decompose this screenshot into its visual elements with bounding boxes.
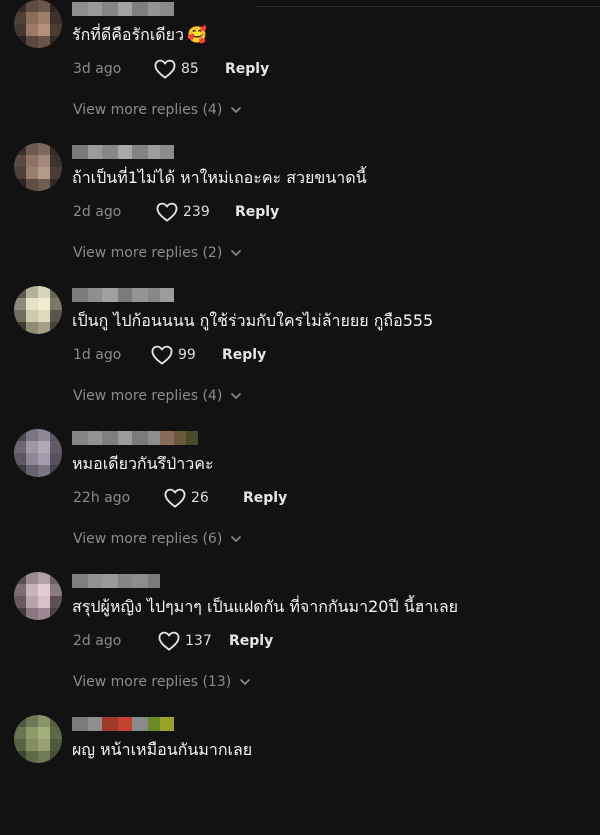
heart-icon [156,202,178,222]
view-more-replies-label: View more replies (4) [73,388,223,404]
comment-item: ผญ หน้าเหมือนกันมากเลย [0,715,600,835]
like-button[interactable]: 85 [154,57,199,81]
like-button[interactable]: 137 [158,629,212,653]
reply-button[interactable]: Reply [243,486,287,510]
timestamp: 2d ago [73,204,122,220]
view-more-replies-label: View more replies (13) [73,674,232,690]
chevron-down-icon [231,250,242,256]
comment-item: หมอเดียวกันรึป่าวคะ 22h ago 26 Reply View mo… [0,429,600,549]
heart-icon [164,488,186,508]
like-count: 239 [183,204,210,220]
like-button[interactable]: 99 [151,343,196,367]
view-more-replies-label: View more replies (2) [73,245,223,261]
comment-body: ถ้าเป็นที่1ไม่ได้ หาใหม่เถอะคะ สวยขนาดนี… [72,168,367,187]
view-more-replies[interactable]: View more replies (6) [73,528,242,550]
username-redacted[interactable] [72,431,198,445]
comment-text: เป็นกู ไปก้อนนนน กูใช้ร่วมกับใครไม่ล้ายย… [72,310,433,332]
like-count: 85 [181,61,199,77]
comment-body: สรุปผู้หญิง ไปๆมาๆ เป็นแฝดกัน ที่จากกันม… [72,597,459,616]
comment-text: ถ้าเป็นที่1ไม่ได้ หาใหม่เถอะคะ สวยขนาดนี… [72,167,367,189]
comment-item: รักที่ดีคือรักเดียว 🥰 3d ago 85 Reply View mo… [0,0,600,120]
chevron-down-icon [231,536,242,542]
chevron-down-icon [240,679,251,685]
timestamp: 22h ago [73,490,131,506]
comment-body: ผญ หน้าเหมือนกันมากเลย [72,740,253,759]
view-more-replies[interactable]: View more replies (13) [73,671,251,693]
chevron-down-icon [231,107,242,113]
avatar[interactable] [14,286,62,334]
chevron-down-icon [231,393,242,399]
heart-icon [154,59,176,79]
view-more-replies-label: View more replies (4) [73,102,223,118]
avatar[interactable] [14,715,62,763]
like-count: 99 [178,347,196,363]
view-more-replies[interactable]: View more replies (4) [73,99,242,121]
avatar[interactable] [14,0,62,48]
view-more-replies[interactable]: View more replies (2) [73,242,242,264]
like-button[interactable]: 26 [164,486,209,510]
comment-text: หมอเดียวกันรึป่าวคะ [72,453,214,475]
comment-text: ผญ หน้าเหมือนกันมากเลย [72,739,252,761]
view-more-replies[interactable]: View more replies (4) [73,385,242,407]
username-redacted[interactable] [72,288,174,302]
timestamp: 2d ago [73,633,122,649]
username-redacted[interactable] [72,145,174,159]
avatar[interactable] [14,429,62,477]
reply-button[interactable]: Reply [225,57,269,81]
username-redacted[interactable] [72,717,174,731]
comment-item: สรุปผู้หญิง ไปๆมาๆ เป็นแฝดกัน ที่จากกันม… [0,572,600,692]
comment-body: หมอเดียวกันรึป่าวคะ [72,454,214,473]
heart-icon [158,631,180,651]
comment-body: เป็นกู ไปก้อนนนน กูใช้ร่วมกับใครไม่ล้ายย… [72,311,434,330]
timestamp: 1d ago [73,347,122,363]
comment-item: เป็นกู ไปก้อนนนน กูใช้ร่วมกับใครไม่ล้ายย… [0,286,600,406]
like-button[interactable]: 239 [156,200,210,224]
emoji-smiling-hearts-icon: 🥰 [187,25,207,44]
like-count: 26 [191,490,209,506]
timestamp: 3d ago [73,61,122,77]
avatar[interactable] [14,572,62,620]
comment-text: รักที่ดีคือรักเดียว 🥰 [72,24,207,46]
reply-button[interactable]: Reply [222,343,266,367]
comment-text: สรุปผู้หญิง ไปๆมาๆ เป็นแฝดกัน ที่จากกันม… [72,596,458,618]
comment-item: ถ้าเป็นที่1ไม่ได้ หาใหม่เถอะคะ สวยขนาดนี… [0,143,600,263]
avatar[interactable] [14,143,62,191]
username-redacted[interactable] [72,574,160,588]
comment-body: รักที่ดีคือรักเดียว [72,25,185,44]
view-more-replies-label: View more replies (6) [73,531,223,547]
like-count: 137 [185,633,212,649]
reply-button[interactable]: Reply [229,629,273,653]
reply-button[interactable]: Reply [235,200,279,224]
heart-icon [151,345,173,365]
username-redacted[interactable] [72,2,174,16]
